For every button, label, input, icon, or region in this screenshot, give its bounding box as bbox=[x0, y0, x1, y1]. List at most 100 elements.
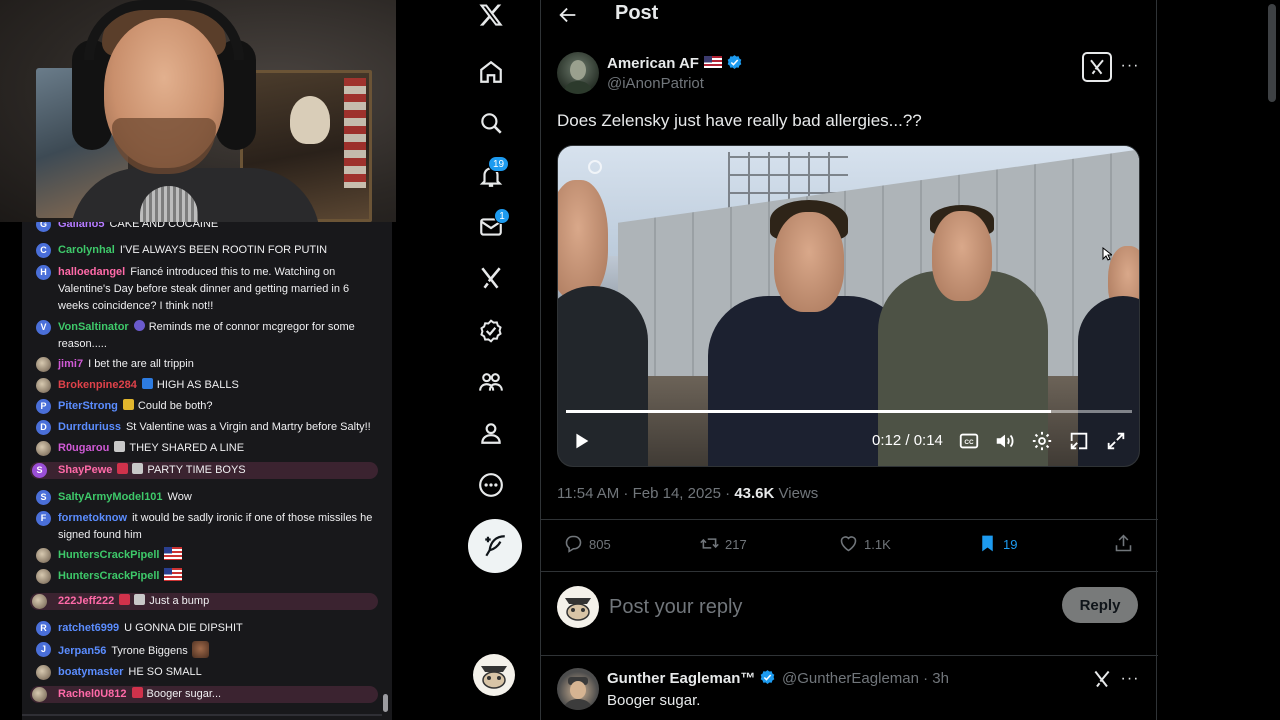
chat-username[interactable]: Brokenpine284 bbox=[58, 379, 137, 391]
chat-user-avatar[interactable]: J bbox=[36, 642, 51, 657]
chat-user-avatar[interactable]: R bbox=[36, 621, 51, 636]
chat-username[interactable]: Galiano5 bbox=[58, 222, 104, 230]
comment-author-handle[interactable]: @GuntherEagleman · 3h bbox=[782, 670, 949, 687]
grok-icon[interactable] bbox=[478, 265, 504, 291]
fullscreen-icon[interactable] bbox=[1105, 430, 1127, 452]
chat-username[interactable]: Jerpan56 bbox=[58, 645, 106, 657]
verified-orgs-icon[interactable] bbox=[478, 318, 504, 344]
comment-grok-icon[interactable] bbox=[1092, 669, 1112, 689]
chat-message-text: Booger sugar... bbox=[146, 688, 222, 700]
chat-username[interactable]: PiterStrong bbox=[58, 400, 118, 412]
author-avatar[interactable] bbox=[557, 52, 599, 94]
play-icon[interactable] bbox=[570, 430, 592, 452]
author-handle[interactable]: @iAnonPatriot bbox=[607, 75, 704, 92]
chat-username[interactable]: boatymaster bbox=[58, 666, 123, 678]
chat-user-avatar[interactable] bbox=[36, 357, 51, 372]
chat-message-body: VonSaltinator Reminds me of connor mcgreg… bbox=[34, 319, 374, 353]
reply-submit-button[interactable]: Reply bbox=[1062, 587, 1138, 623]
verified-badge-icon bbox=[761, 670, 775, 684]
post-timestamp[interactable]: 11:54 AM · Feb 14, 2025 · bbox=[557, 485, 734, 502]
comment-author-name[interactable]: Gunther Eagleman™ bbox=[607, 669, 776, 687]
share-button[interactable] bbox=[1113, 533, 1139, 557]
x-logo-icon[interactable] bbox=[478, 2, 504, 28]
chat-message: P PiterStrong Could be both? bbox=[34, 398, 374, 415]
grok-explain-button[interactable] bbox=[1082, 52, 1112, 82]
chat-user-avatar[interactable]: H bbox=[36, 265, 51, 280]
chat-message: S SaltyArmyModel101 Wow bbox=[34, 489, 374, 506]
chat-message: S ShayPewe PARTY TIME BOYS bbox=[30, 462, 378, 479]
post-more-icon[interactable]: ··· bbox=[1118, 58, 1142, 80]
reply-input[interactable] bbox=[609, 592, 1029, 622]
chat-message-body: Brokenpine284 HIGH AS BALLS bbox=[34, 377, 374, 394]
chat-username[interactable]: HuntersCrackPipell bbox=[58, 570, 159, 582]
search-icon[interactable] bbox=[478, 110, 504, 136]
picture-in-picture-icon[interactable] bbox=[1068, 430, 1090, 452]
chat-user-avatar[interactable]: D bbox=[36, 420, 51, 435]
profile-icon[interactable] bbox=[478, 420, 504, 446]
chat-user-avatar[interactable]: F bbox=[36, 511, 51, 526]
chat-user-avatar[interactable] bbox=[36, 665, 51, 680]
chat-user-avatar[interactable] bbox=[32, 687, 47, 702]
chat-username[interactable]: Carolynhal bbox=[58, 244, 115, 256]
chat-user-avatar[interactable]: C bbox=[36, 243, 51, 258]
chat-username[interactable]: ratchet6999 bbox=[58, 622, 119, 634]
chat-username[interactable]: jimi7 bbox=[58, 358, 83, 370]
account-avatar[interactable] bbox=[473, 654, 515, 696]
chat-message-text: HE SO SMALL bbox=[128, 666, 202, 678]
chat-user-avatar[interactable]: S bbox=[32, 463, 47, 478]
page-scrollbar[interactable] bbox=[1268, 4, 1276, 102]
chat-message: R0ugarou THEY SHARED A LINE bbox=[34, 440, 374, 457]
chat-message-body: jimi7 I bet the are all trippin bbox=[34, 356, 374, 373]
chat-username[interactable]: HuntersCrackPipell bbox=[58, 549, 159, 561]
post-detail-column: Post American AF @iAnonPatriot ··· Does … bbox=[540, 0, 1158, 720]
chat-user-avatar[interactable] bbox=[36, 441, 51, 456]
chat-username[interactable]: ShayPewe bbox=[58, 464, 112, 476]
reply-button[interactable]: 805 bbox=[563, 533, 611, 557]
chat-username[interactable]: Rachel0U812 bbox=[58, 688, 127, 700]
bookmark-button[interactable]: 19 bbox=[977, 533, 1017, 557]
comment-author-name-text: Gunther Eagleman™ bbox=[607, 670, 756, 687]
reply-user-avatar[interactable] bbox=[557, 586, 599, 628]
captions-icon[interactable]: CC bbox=[958, 430, 980, 452]
chat-user-avatar[interactable] bbox=[32, 594, 47, 609]
chat-message-body: ShayPewe PARTY TIME BOYS bbox=[34, 462, 378, 479]
author-name[interactable]: American AF bbox=[607, 54, 743, 72]
chat-message-body: HuntersCrackPipell bbox=[34, 568, 374, 585]
video-player[interactable]: 0:12 / 0:14 CC bbox=[557, 145, 1140, 467]
chat-username[interactable]: halloedangel bbox=[58, 266, 125, 278]
volume-icon[interactable] bbox=[994, 430, 1016, 452]
chat-username[interactable]: Durrduriuss bbox=[58, 421, 121, 433]
repost-button[interactable]: 217 bbox=[699, 533, 747, 557]
chat-user-avatar[interactable]: P bbox=[36, 399, 51, 414]
chat-scrollbar[interactable] bbox=[383, 694, 388, 712]
chat-user-avatar[interactable]: V bbox=[36, 320, 51, 335]
chat-message: Hhalloedangel Fiancé introduced this to m… bbox=[34, 264, 374, 315]
chat-username[interactable]: R0ugarou bbox=[58, 442, 109, 454]
communities-icon[interactable] bbox=[478, 369, 504, 395]
settings-gear-icon[interactable] bbox=[1031, 430, 1053, 452]
compose-post-button[interactable] bbox=[468, 519, 522, 573]
chat-message-body: Galiano5 CAKE AND COCAINE bbox=[34, 222, 374, 233]
chat-username[interactable]: SaltyArmyModel101 bbox=[58, 491, 163, 503]
chat-user-avatar[interactable] bbox=[36, 548, 51, 563]
stream-chat[interactable]: G Galiano5 CAKE AND COCAINE C Carolynhal I'VE… bbox=[22, 222, 392, 720]
video-progress-bar[interactable] bbox=[566, 410, 1132, 413]
chat-user-avatar[interactable] bbox=[36, 378, 51, 393]
webcam-feed bbox=[0, 0, 396, 222]
like-button[interactable]: 1.1K bbox=[838, 533, 891, 557]
chat-username[interactable]: 222Jeff222 bbox=[58, 595, 114, 607]
comment-more-icon[interactable]: ··· bbox=[1118, 671, 1142, 693]
chat-user-avatar[interactable]: S bbox=[36, 490, 51, 505]
chat-message-body: HuntersCrackPipell bbox=[34, 547, 374, 564]
heart-icon bbox=[840, 536, 857, 552]
home-icon[interactable] bbox=[478, 59, 504, 85]
chat-message: Rratchet6999 U GONNA DIE DIPSHIT bbox=[34, 620, 374, 637]
back-arrow-icon[interactable] bbox=[557, 4, 579, 26]
chat-username[interactable]: VonSaltinator bbox=[58, 321, 129, 333]
chat-message-text: PARTY TIME BOYS bbox=[147, 464, 246, 476]
us-flag-icon bbox=[703, 56, 722, 68]
chat-username[interactable]: formetoknow bbox=[58, 512, 127, 524]
chat-user-avatar[interactable] bbox=[36, 569, 51, 584]
more-icon[interactable] bbox=[478, 472, 504, 498]
comment-author-avatar[interactable] bbox=[557, 668, 599, 710]
